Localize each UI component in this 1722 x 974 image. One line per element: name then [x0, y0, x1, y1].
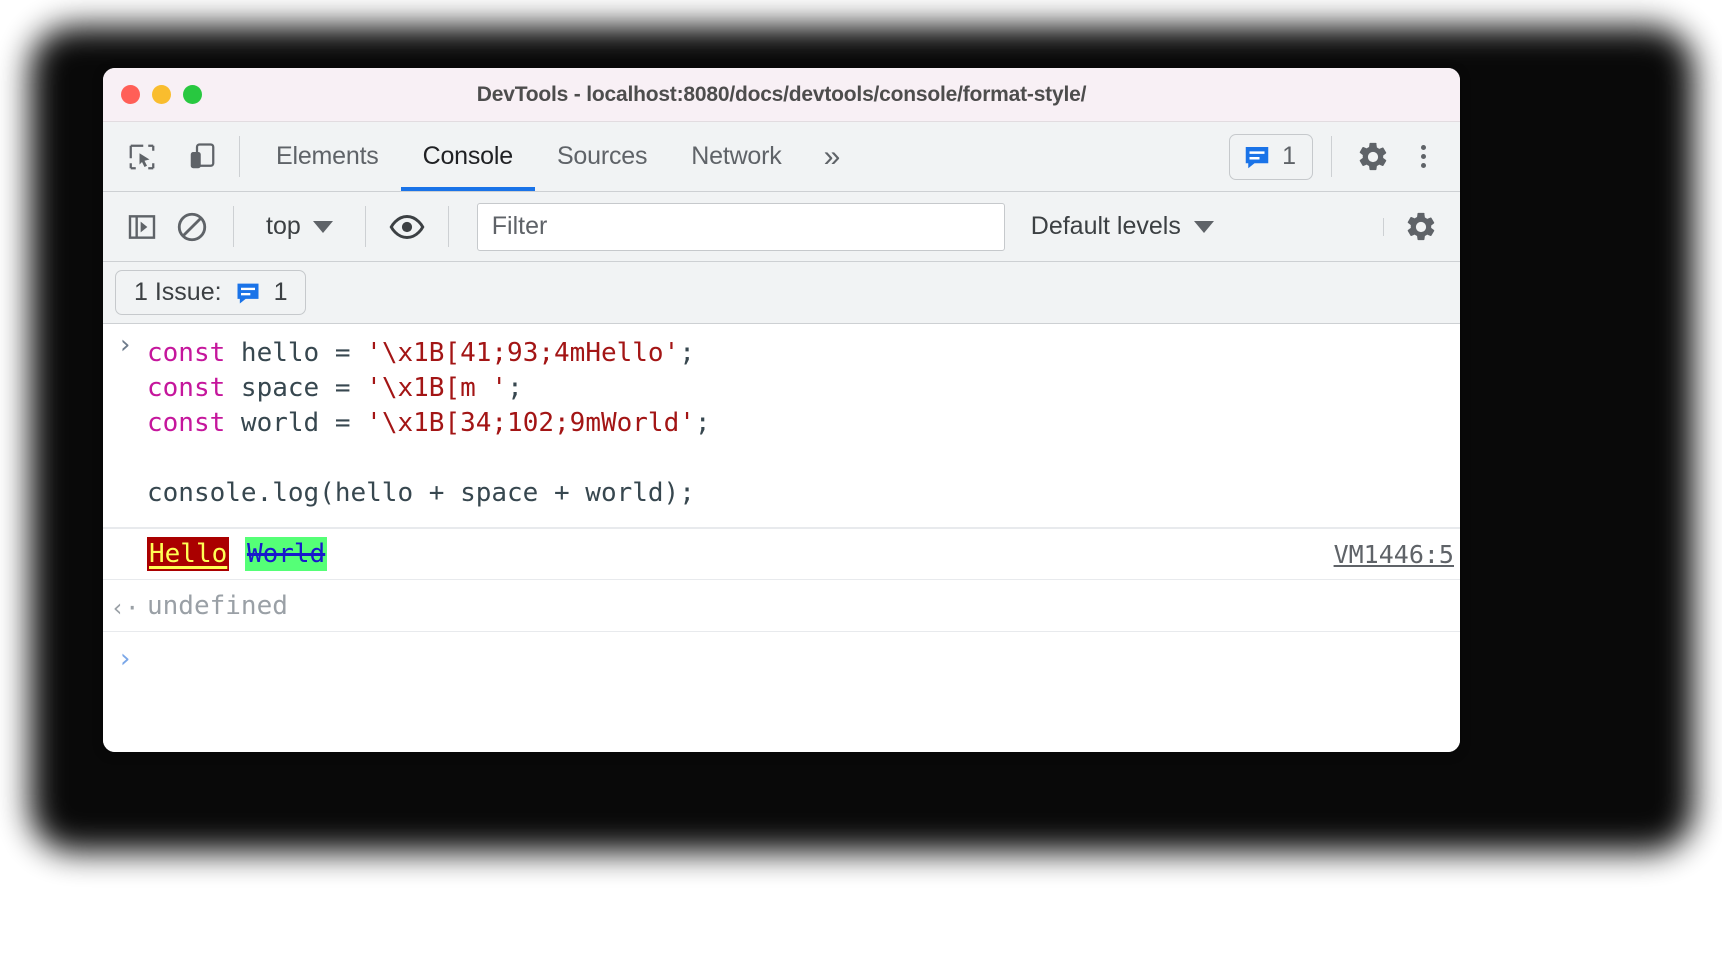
inspect-element-icon[interactable]: [119, 134, 165, 180]
ansi-styled-output: Hello World: [147, 533, 1334, 575]
issues-banner: 1 Issue: 1: [103, 262, 1460, 324]
code-token-str: '\x1B[41;93;4mHello': [366, 338, 679, 368]
console-return-value-row: ‹· undefined: [103, 580, 1460, 632]
issues-message-icon: [234, 279, 262, 307]
console-prompt-row[interactable]: ›: [103, 632, 1460, 684]
tab-sources-label: Sources: [557, 142, 647, 171]
devtools-window: DevTools - localhost:8080/docs/devtools/…: [103, 68, 1460, 752]
new-prompt-gutter: ›: [103, 638, 147, 676]
code-token-plain: ;: [695, 408, 711, 438]
screenshot-stage: DevTools - localhost:8080/docs/devtools/…: [0, 0, 1722, 974]
filter-bar-divider-4: [1383, 218, 1384, 236]
code-token-plain: hello =: [225, 338, 366, 368]
prompt-gutter: ›: [103, 324, 147, 362]
ansi-hello-text: Hello: [147, 537, 229, 571]
code-token-kw: const: [147, 408, 225, 438]
log-level-label: Default levels: [1031, 212, 1181, 241]
filter-bar-divider-1: [233, 206, 234, 247]
tab-bar-right-controls: 1: [1229, 122, 1460, 191]
output-gutter: [103, 552, 147, 556]
code-token-str: '\x1B[34;102;9mWorld': [366, 408, 695, 438]
execution-context-selector[interactable]: top: [252, 212, 347, 241]
console-input-echo-row: › const hello = '\x1B[41;93;4mHello'; co…: [103, 324, 1460, 528]
console-source-code: const hello = '\x1B[41;93;4mHello'; cons…: [147, 324, 1446, 527]
code-token-plain: ;: [507, 373, 523, 403]
more-tabs-chevron-icon[interactable]: »: [804, 122, 861, 191]
clear-console-icon[interactable]: [169, 204, 215, 250]
devtools-tab-bar: Elements Console Sources Network »: [103, 122, 1460, 192]
ansi-world-text: World: [245, 537, 327, 571]
issues-counter-button[interactable]: 1: [1229, 134, 1313, 180]
panel-tabs: Elements Console Sources Network »: [254, 122, 860, 191]
console-return-value: undefined: [147, 591, 288, 621]
live-expression-icon[interactable]: [384, 204, 430, 250]
code-token-plain: world =: [225, 408, 366, 438]
tab-network[interactable]: Network: [669, 122, 803, 191]
kebab-menu-icon[interactable]: [1400, 134, 1446, 180]
code-token-str: '\x1B[m ': [366, 373, 507, 403]
tab-bar-divider: [239, 136, 240, 177]
device-toolbar-icon[interactable]: [179, 134, 225, 180]
console-settings-gear-icon[interactable]: [1398, 204, 1444, 250]
tab-console-label: Console: [423, 142, 513, 171]
source-location-link[interactable]: VM1446:5: [1334, 540, 1460, 569]
filter-bar-divider-2: [365, 206, 366, 247]
tab-bar-tool-icons: [119, 122, 225, 191]
issues-banner-label: 1 Issue:: [134, 278, 222, 307]
issues-message-icon: [1242, 142, 1272, 172]
console-filter-bar: top Default levels: [103, 192, 1460, 262]
log-level-selector[interactable]: Default levels: [1031, 212, 1214, 241]
code-token-plain: ;: [679, 338, 695, 368]
execution-context-label: top: [266, 212, 301, 241]
console-prompt-input[interactable]: [147, 638, 1460, 666]
prompt-arrow-icon: ›: [117, 328, 133, 362]
prompt-arrow-icon: ›: [117, 642, 133, 676]
code-token-plain: space =: [225, 373, 366, 403]
issues-count-label: 1: [1282, 142, 1296, 171]
return-gutter: ‹·: [103, 587, 147, 625]
code-token-kw: const: [147, 373, 225, 403]
tab-elements-label: Elements: [276, 142, 379, 171]
console-output-area[interactable]: › const hello = '\x1B[41;93;4mHello'; co…: [103, 324, 1460, 752]
console-log-output-row: Hello World VM1446:5: [103, 528, 1460, 580]
tab-bar-right-divider: [1331, 136, 1332, 177]
filter-bar-right-controls: [1369, 204, 1444, 250]
chevron-down-icon: [313, 221, 333, 233]
code-token-plain: console.log(hello + space + world);: [147, 478, 695, 508]
window-title: DevTools - localhost:8080/docs/devtools/…: [103, 83, 1460, 107]
tab-sources[interactable]: Sources: [535, 122, 669, 191]
tab-console[interactable]: Console: [401, 122, 535, 191]
console-sidebar-icon[interactable]: [119, 204, 165, 250]
chevron-down-icon: [1194, 221, 1214, 233]
filter-input[interactable]: [477, 203, 1005, 251]
issues-banner-count: 1: [274, 278, 288, 307]
tab-network-label: Network: [691, 142, 781, 171]
code-token-kw: const: [147, 338, 225, 368]
return-arrow-icon: ‹·: [111, 591, 140, 625]
gear-icon[interactable]: [1350, 134, 1396, 180]
title-bar: DevTools - localhost:8080/docs/devtools/…: [103, 68, 1460, 122]
filter-bar-divider-3: [448, 206, 449, 247]
issues-banner-button[interactable]: 1 Issue: 1: [115, 270, 306, 315]
tab-elements[interactable]: Elements: [254, 122, 401, 191]
